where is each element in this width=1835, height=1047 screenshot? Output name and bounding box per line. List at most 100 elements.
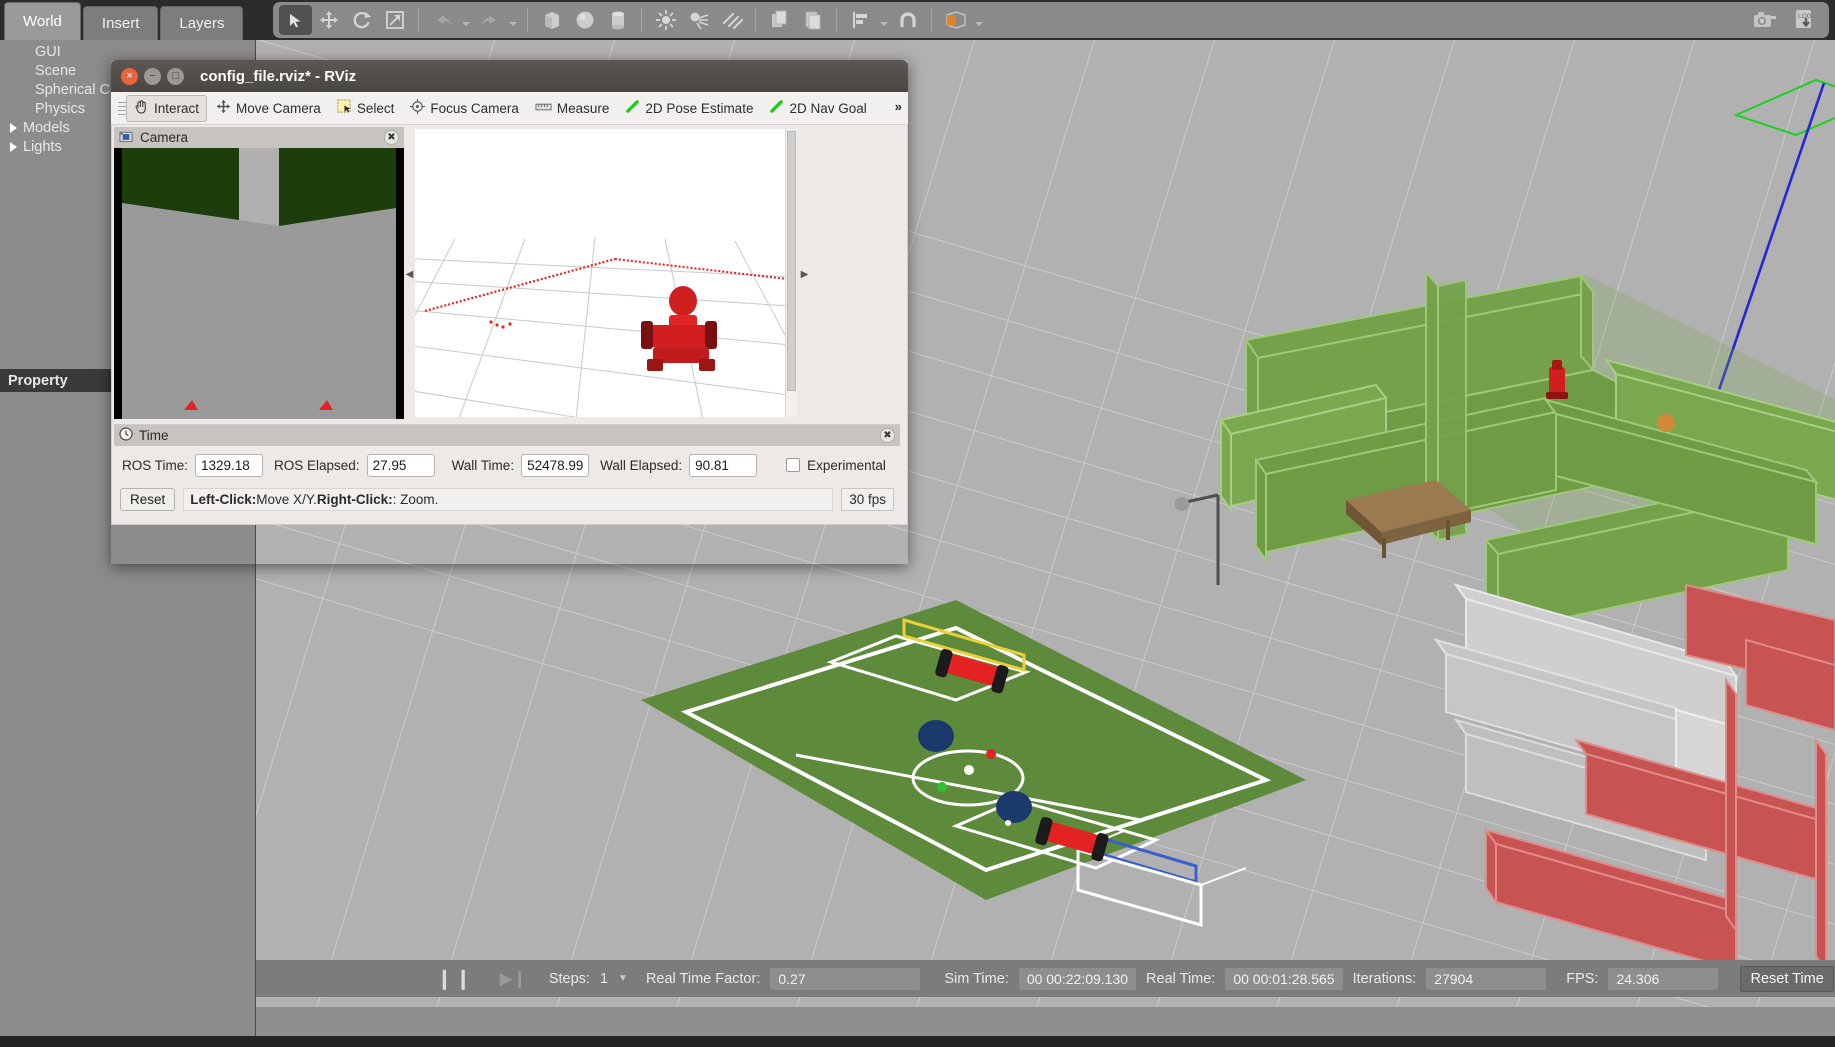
- view-mode-icon[interactable]: [939, 5, 972, 35]
- steps-value[interactable]: 1: [600, 971, 608, 987]
- camera-panel-header[interactable]: Camera ✖: [114, 127, 404, 148]
- close-glyph: ×: [126, 70, 133, 82]
- blue-marker-2: [996, 791, 1032, 823]
- select-rect-icon: [337, 99, 352, 117]
- view-dropdown-icon[interactable]: [972, 5, 986, 35]
- camera-panel: Camera ✖: [114, 127, 404, 419]
- chevron-right-icon[interactable]: [10, 141, 17, 152]
- close-icon[interactable]: ×: [121, 67, 138, 85]
- lamp-head: [1175, 497, 1189, 511]
- experimental-label: Experimental: [807, 457, 886, 473]
- minimize-icon[interactable]: −: [144, 67, 161, 85]
- window-title: config_file.rviz* - RViz: [200, 67, 357, 85]
- time-panel: Time ✖ ROS Time: 1329.18 ROS Elapsed: 27…: [114, 424, 900, 522]
- camera-panel-title: Camera: [140, 130, 189, 145]
- chevron-right-icon[interactable]: [10, 122, 17, 133]
- tool-label: Focus Camera: [430, 100, 519, 116]
- tool-label: Measure: [556, 100, 610, 116]
- redo-icon[interactable]: [473, 5, 506, 35]
- align-dropdown-icon[interactable]: [877, 5, 891, 35]
- paste-icon[interactable]: [796, 5, 829, 35]
- insert-box-icon[interactable]: [535, 5, 568, 35]
- gazebo-top-right-tools: LOG: [1738, 2, 1829, 38]
- align-icon[interactable]: [844, 5, 877, 35]
- copy-icon[interactable]: [763, 5, 796, 35]
- dock-collapse-right-icon[interactable]: ▶: [800, 263, 809, 285]
- iterations-label: Iterations:: [1352, 970, 1417, 987]
- tab-world[interactable]: World: [4, 2, 81, 40]
- log-download-icon[interactable]: LOG: [1791, 5, 1819, 35]
- rviz-window[interactable]: × − □ config_file.rviz* - RViz Interact: [111, 60, 908, 564]
- spot-light-icon[interactable]: [682, 5, 715, 35]
- ros-elapsed-label: ROS Elapsed:: [274, 457, 360, 473]
- steps-dropdown-icon[interactable]: ▼: [618, 973, 628, 984]
- scrollbar-thumb[interactable]: [787, 131, 796, 391]
- sim-time-label: Sim Time:: [944, 970, 1009, 987]
- red-dot: [986, 749, 996, 759]
- tab-label: Layers: [179, 15, 225, 32]
- ball: [964, 765, 974, 775]
- directional-light-icon[interactable]: [715, 5, 748, 35]
- rviz-3d-view[interactable]: [415, 129, 797, 417]
- toolbar-separator: [836, 8, 837, 32]
- redo-dropdown-icon[interactable]: [506, 5, 520, 35]
- tool-interact[interactable]: Interact: [126, 94, 208, 122]
- dock-collapse-left-icon[interactable]: ◀: [405, 263, 414, 285]
- rviz-title-bar[interactable]: × − □ config_file.rviz* - RViz: [111, 60, 908, 92]
- tool-select[interactable]: Select: [330, 95, 402, 122]
- undo-icon[interactable]: [426, 5, 459, 35]
- reset-button[interactable]: Reset: [120, 487, 176, 511]
- rviz-toolbar: Interact Move Camera Select Focus Camera: [111, 92, 908, 125]
- minimize-glyph: −: [149, 70, 156, 82]
- hint-left-click-label: Left-Click:: [190, 491, 257, 507]
- toolbar-separator: [755, 8, 756, 32]
- insert-cylinder-icon[interactable]: [601, 5, 634, 35]
- gazebo-panel-tabs: World Insert Layers: [4, 0, 245, 40]
- green-dot: [937, 782, 947, 792]
- camera-panel-close-icon[interactable]: ✖: [384, 130, 399, 145]
- tool-2d-pose-estimate[interactable]: 2D Pose Estimate: [618, 95, 760, 122]
- insert-sphere-icon[interactable]: [568, 5, 601, 35]
- maximize-glyph: □: [172, 70, 179, 82]
- experimental-checkbox[interactable]: [786, 458, 801, 472]
- point-light-icon[interactable]: [649, 5, 682, 35]
- translate-mode-icon[interactable]: [312, 5, 345, 35]
- snap-icon[interactable]: [891, 5, 924, 35]
- reset-time-button[interactable]: Reset Time: [1740, 965, 1834, 992]
- tool-2d-nav-goal[interactable]: 2D Nav Goal: [762, 95, 873, 122]
- tab-layers[interactable]: Layers: [160, 6, 244, 40]
- focus-camera-icon: [410, 99, 426, 117]
- time-panel-header[interactable]: Time ✖: [114, 425, 900, 446]
- tab-insert[interactable]: Insert: [82, 6, 159, 40]
- ros-elapsed-input[interactable]: 27.95: [366, 453, 435, 477]
- desktop-bottom-edge: [0, 1036, 1835, 1047]
- real-time-label: Real Time:: [1146, 970, 1216, 987]
- tree-item-gui[interactable]: GUI: [0, 42, 256, 61]
- camera-image: [114, 148, 404, 419]
- undo-dropdown-icon[interactable]: [459, 5, 473, 35]
- wall-elapsed-input[interactable]: 90.81: [689, 453, 758, 477]
- step-forward-icon[interactable]: ▶❙: [500, 969, 527, 989]
- pause-icon[interactable]: ❙❙: [436, 966, 474, 991]
- gazebo-top-bar: World Insert Layers LOG: [0, 0, 1835, 40]
- rviz-3d-scrollbar[interactable]: [785, 129, 797, 417]
- maximize-icon[interactable]: □: [167, 67, 184, 85]
- select-mode-icon[interactable]: [279, 5, 312, 35]
- tree-item-label: Models: [23, 119, 70, 136]
- fps-value: 24.306: [1608, 967, 1719, 990]
- wall-time-input[interactable]: 52478.99: [521, 453, 590, 477]
- tool-label: Interact: [154, 100, 200, 116]
- screenshot-camera-icon[interactable]: [1748, 5, 1781, 35]
- rotate-mode-icon[interactable]: [345, 5, 378, 35]
- ros-time-label: ROS Time:: [122, 457, 189, 473]
- orange-object: [1657, 414, 1675, 432]
- scale-mode-icon[interactable]: [378, 5, 411, 35]
- tool-measure[interactable]: Measure: [528, 95, 617, 122]
- time-panel-close-icon[interactable]: ✖: [880, 428, 895, 443]
- toolbar-overflow-button[interactable]: »: [895, 99, 902, 114]
- blue-marker-1: [918, 720, 954, 752]
- tool-focus-camera[interactable]: Focus Camera: [403, 95, 526, 122]
- toolbar-grip[interactable]: [115, 101, 126, 115]
- tool-move-camera[interactable]: Move Camera: [209, 95, 328, 122]
- ros-time-input[interactable]: 1329.18: [195, 453, 264, 477]
